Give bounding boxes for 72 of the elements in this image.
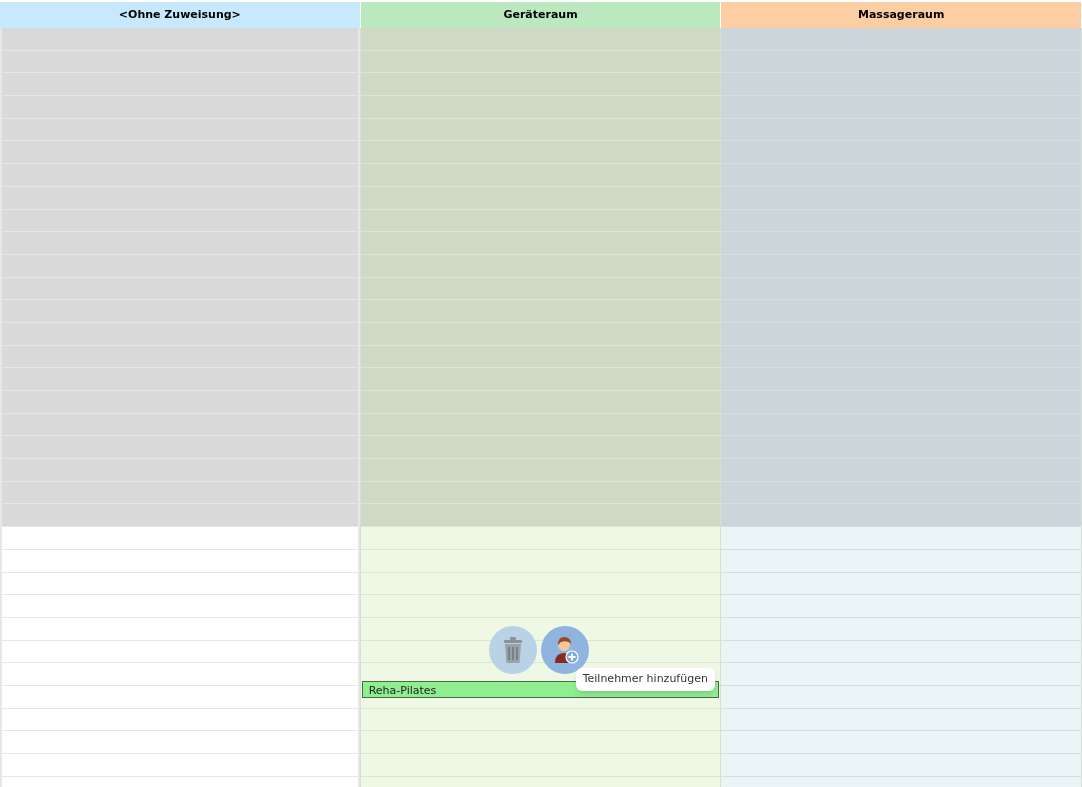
blocked-time-slot[interactable] [360, 345, 721, 369]
blocked-time-slot[interactable] [721, 96, 1081, 119]
blocked-time-slot[interactable] [721, 481, 1081, 505]
blocked-time-slot[interactable] [0, 481, 360, 505]
blocked-time-slot[interactable] [721, 345, 1081, 369]
blocked-time-slot[interactable] [0, 50, 360, 74]
blocked-time-slot[interactable] [721, 300, 1081, 323]
blocked-time-slot[interactable] [360, 436, 721, 460]
blocked-time-slot[interactable] [0, 96, 360, 119]
blocked-time-slot[interactable] [360, 322, 721, 346]
blocked-time-slot[interactable] [0, 164, 360, 187]
blocked-time-slot[interactable] [721, 186, 1081, 210]
blocked-time-slot[interactable] [721, 164, 1081, 187]
blocked-time-slot[interactable] [360, 277, 721, 301]
blocked-time-slot[interactable] [721, 50, 1081, 74]
blocked-time-slot[interactable] [360, 28, 721, 51]
column-header[interactable]: Geräteraum [360, 2, 722, 28]
blocked-time-slot[interactable] [0, 322, 360, 346]
blocked-time-slot[interactable] [0, 277, 360, 301]
blocked-time-slot[interactable] [0, 345, 360, 369]
blocked-time-slot[interactable] [721, 391, 1081, 414]
blocked-time-slot[interactable] [0, 391, 360, 414]
blocked-time-slot[interactable] [360, 459, 721, 482]
blocked-time-slot[interactable] [721, 277, 1081, 301]
blocked-time-slot[interactable] [0, 300, 360, 323]
blocked-time-slot[interactable] [360, 164, 721, 187]
blocked-time-slot[interactable] [360, 254, 721, 278]
blocked-time-slot[interactable] [360, 368, 721, 391]
column-header[interactable]: Massageraum [721, 2, 1082, 28]
blocked-time-slot[interactable] [0, 118, 360, 142]
blocked-time-slot[interactable] [0, 232, 360, 255]
blocked-time-slot[interactable] [360, 209, 721, 233]
blocked-time-slot[interactable] [0, 368, 360, 391]
blocked-time-slot[interactable] [0, 413, 360, 437]
blocked-time-slot[interactable] [0, 28, 360, 51]
blocked-time-slot[interactable] [721, 322, 1081, 346]
blocked-time-slot[interactable] [721, 504, 1081, 528]
blocked-time-slot[interactable] [0, 186, 360, 210]
blocked-time-slot[interactable] [721, 209, 1081, 233]
trash-icon [501, 636, 524, 664]
blocked-time-slot[interactable] [360, 413, 721, 437]
blocked-time-slot[interactable] [360, 73, 721, 97]
blocked-time-slot[interactable] [721, 459, 1081, 482]
blocked-time-slot[interactable] [0, 254, 360, 278]
blocked-time-slot[interactable] [721, 141, 1081, 165]
blocked-time-slot[interactable] [721, 118, 1081, 142]
blocked-time-slot[interactable] [360, 50, 721, 74]
blocked-time-slot[interactable] [0, 73, 360, 97]
blocked-time-slot[interactable] [721, 28, 1081, 51]
blocked-time-slot[interactable] [360, 232, 721, 255]
blocked-time-slot[interactable] [0, 459, 360, 482]
blocked-time-slot[interactable] [721, 368, 1081, 391]
blocked-time-slot[interactable] [721, 436, 1081, 460]
blocked-time-slot[interactable] [0, 141, 360, 165]
blocked-time-slot[interactable] [721, 73, 1081, 97]
column-header[interactable]: <Ohne Zuweisung> [0, 2, 361, 28]
blocked-time-slot[interactable] [360, 186, 721, 210]
blocked-time-slot[interactable] [360, 504, 721, 528]
blocked-time-slot[interactable] [721, 232, 1081, 255]
blocked-time-slot[interactable] [360, 141, 721, 165]
blocked-time-slot[interactable] [721, 254, 1081, 278]
blocked-time-slot[interactable] [360, 481, 721, 505]
blocked-time-slot[interactable] [0, 504, 360, 528]
appointment-title: Reha-Pilates [368, 685, 437, 697]
blocked-time-slot[interactable] [0, 436, 360, 460]
blocked-time-slot[interactable] [360, 300, 721, 323]
blocked-time-slot[interactable] [0, 209, 360, 233]
blocked-time-slot[interactable] [360, 96, 721, 119]
blocked-time-slot[interactable] [360, 118, 721, 142]
tooltip: Teilnehmer hinzufügen [575, 668, 715, 691]
blocked-time-slot[interactable] [360, 391, 721, 414]
blocked-time-slot[interactable] [721, 413, 1081, 437]
